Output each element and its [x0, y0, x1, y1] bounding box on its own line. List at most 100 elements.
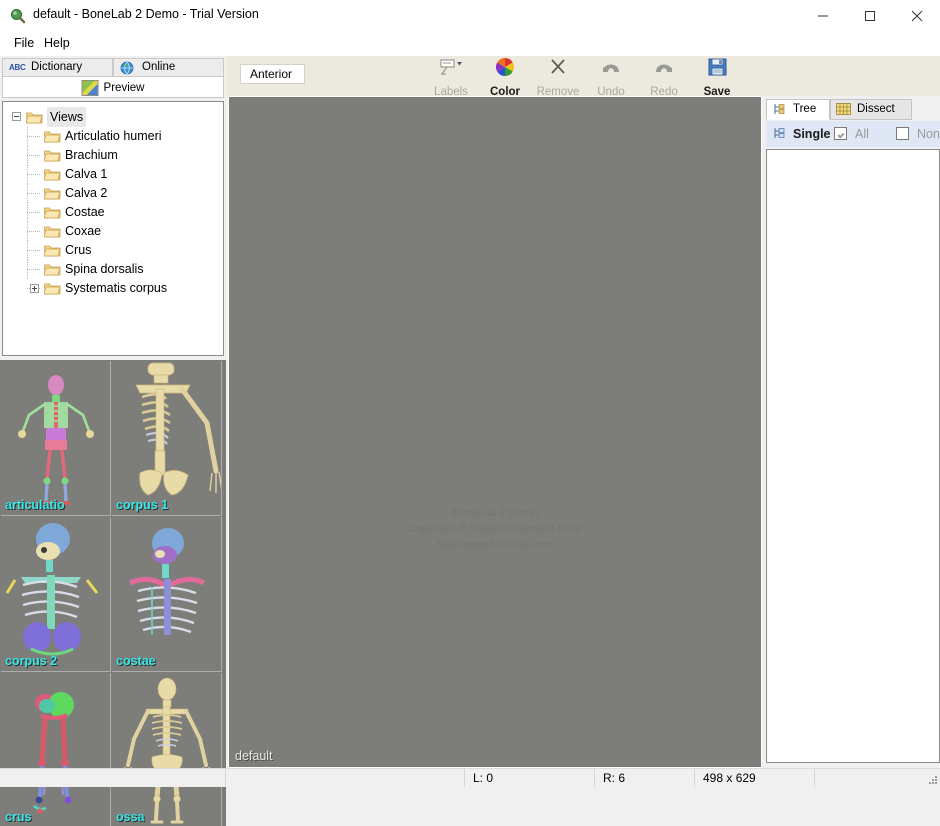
tab-dictionary[interactable]: ABC Dictionary — [2, 58, 113, 77]
mode-single-label: Single — [793, 127, 831, 141]
tree-item-label: Spina dorsalis — [65, 262, 144, 276]
checkbox-all[interactable] — [834, 127, 847, 140]
redo-arrow-icon — [651, 56, 677, 80]
menu-help[interactable]: Help — [37, 35, 77, 52]
preview-image-icon — [81, 80, 99, 96]
thumbnail-ossa[interactable]: ossa — [112, 673, 222, 826]
skeleton-colored-upper-body — [5, 523, 99, 656]
grid-dissect-icon — [836, 103, 852, 117]
mode-none-label: Non — [917, 127, 940, 141]
thumbnail-costae[interactable]: costae — [112, 517, 222, 672]
subtab-preview[interactable]: Preview — [81, 80, 144, 96]
tree-item[interactable]: Systematis corpus — [3, 279, 223, 298]
thumbnail-label: articulatio — [5, 498, 65, 512]
abc-icon: ABC — [9, 63, 26, 72]
window-title: default - BoneLab 2 Demo - Trial Version — [33, 7, 259, 21]
tree-item[interactable]: Articulatio humeri — [3, 127, 223, 146]
structure-list[interactable] — [766, 149, 940, 763]
tree-item[interactable]: Costae — [3, 203, 223, 222]
thumbnail-label: ossa — [116, 810, 145, 824]
right-panel-tabs: Tree Dissect — [766, 99, 940, 120]
tree-item-label: Calva 1 — [65, 167, 108, 181]
tree-item[interactable]: Brachium — [3, 146, 223, 165]
toolbar-button-labels[interactable]: Labels — [424, 52, 478, 98]
thumbnail-label: corpus 2 — [5, 654, 58, 668]
status-cell-right-count: R: 6 — [595, 769, 695, 787]
tab-tree-label: Tree — [793, 103, 817, 115]
tab-online-label: Online — [142, 61, 176, 73]
expand-toggle-systematis-corpus[interactable] — [30, 284, 39, 293]
folder-icon — [43, 168, 61, 181]
preview-thumbnail-grid: articulatio corpus 1 corpus 2 costae cru… — [0, 360, 226, 826]
collapse-toggle-views[interactable] — [12, 112, 21, 121]
status-cell-1 — [225, 769, 465, 787]
toolbar-button-color[interactable]: Color — [478, 52, 532, 98]
folder-icon — [43, 282, 61, 295]
checkbox-none[interactable] — [896, 127, 909, 140]
preview-subtab-bar: Preview — [2, 77, 224, 98]
folder-icon — [43, 130, 61, 143]
minimize-button[interactable] — [800, 0, 846, 31]
floppy-disk-icon — [704, 56, 730, 80]
left-panel-tabs: ABC Dictionary Online — [2, 58, 224, 77]
left-panel: ABC Dictionary Online Preview Views Arti… — [0, 56, 226, 826]
mode-all-label: All — [855, 127, 869, 141]
tree-item[interactable]: Crus — [3, 241, 223, 260]
application-window: default - BoneLab 2 Demo - Trial Version… — [0, 0, 940, 826]
3d-viewport[interactable]: BoneLab 2 Demo Copyright © Visual Dimens… — [228, 96, 762, 768]
skeleton-colored-ribcage — [128, 528, 206, 635]
thumbnail-corpus-1[interactable]: corpus 1 — [112, 361, 222, 516]
watermark-line-3: http://www.bonelab.com — [436, 539, 554, 551]
tab-dissect[interactable]: Dissect — [830, 99, 912, 120]
tree-node-views[interactable]: Views — [3, 107, 223, 127]
close-button[interactable] — [894, 0, 940, 31]
tree-item[interactable]: Calva 2 — [3, 184, 223, 203]
tree-item[interactable]: Coxae — [3, 222, 223, 241]
status-bar: L: 0 R: 6 498 x 629 — [0, 768, 940, 787]
tree-item[interactable]: Spina dorsalis — [3, 260, 223, 279]
folder-icon — [43, 263, 61, 276]
tab-online[interactable]: Online — [113, 58, 224, 77]
tree-structure-icon — [772, 127, 786, 145]
maximize-button[interactable] — [847, 0, 893, 31]
thumbnail-corpus-2[interactable]: corpus 2 — [1, 517, 111, 672]
tree-structure-icon — [772, 103, 788, 117]
tree-item-label: Systematis corpus — [65, 281, 168, 295]
skeleton-bone-full-figure — [121, 677, 213, 824]
thumbnail-label: costae — [116, 654, 156, 668]
skeleton-colored-figure — [18, 375, 94, 505]
toolbar-button-save[interactable]: Save — [690, 52, 744, 98]
status-cell-left-count: L: 0 — [465, 769, 595, 787]
tree-item-label: Costae — [65, 205, 105, 219]
label-tag-icon — [438, 56, 464, 80]
thumbnail-articulatio[interactable]: articulatio — [1, 361, 111, 516]
selection-mode-bar: Single All Non — [766, 121, 940, 147]
watermark-line-2: Copyright © Visual Dimension bvba — [408, 523, 582, 535]
tab-dictionary-label: Dictionary — [31, 61, 83, 73]
views-tree[interactable]: Views Articulatio humeri Brachium Calva … — [2, 101, 224, 356]
view-orientation-selector[interactable]: Anterior — [240, 64, 305, 84]
globe-icon — [120, 61, 136, 75]
folder-icon — [43, 225, 61, 238]
tree-item-label: Crus — [65, 243, 92, 257]
tab-tree[interactable]: Tree — [766, 99, 830, 120]
tree-item-label: Calva 2 — [65, 186, 108, 200]
folder-open-icon — [25, 110, 43, 124]
folder-icon — [43, 187, 61, 200]
toolbar-button-remove[interactable]: Remove — [531, 52, 585, 98]
undo-arrow-icon — [598, 56, 624, 80]
watermark-line-1: BoneLab 2 Demo — [452, 507, 538, 519]
color-palette-icon — [492, 56, 518, 80]
tree-item[interactable]: Calva 1 — [3, 165, 223, 184]
folder-icon — [43, 206, 61, 219]
tree-node-views-label: Views — [47, 107, 87, 127]
tree-item-label: Brachium — [65, 148, 118, 162]
tree-item-label: Articulatio humeri — [65, 129, 162, 143]
x-cross-icon — [545, 56, 571, 80]
resize-grip[interactable] — [926, 773, 938, 785]
thumbnail-crus[interactable]: crus — [1, 673, 111, 826]
toolbar-button-redo[interactable]: Redo — [637, 52, 691, 98]
status-cell-dimensions: 498 x 629 — [695, 769, 815, 787]
tree-item-label: Coxae — [65, 224, 102, 238]
toolbar-button-undo[interactable]: Undo — [584, 52, 638, 98]
